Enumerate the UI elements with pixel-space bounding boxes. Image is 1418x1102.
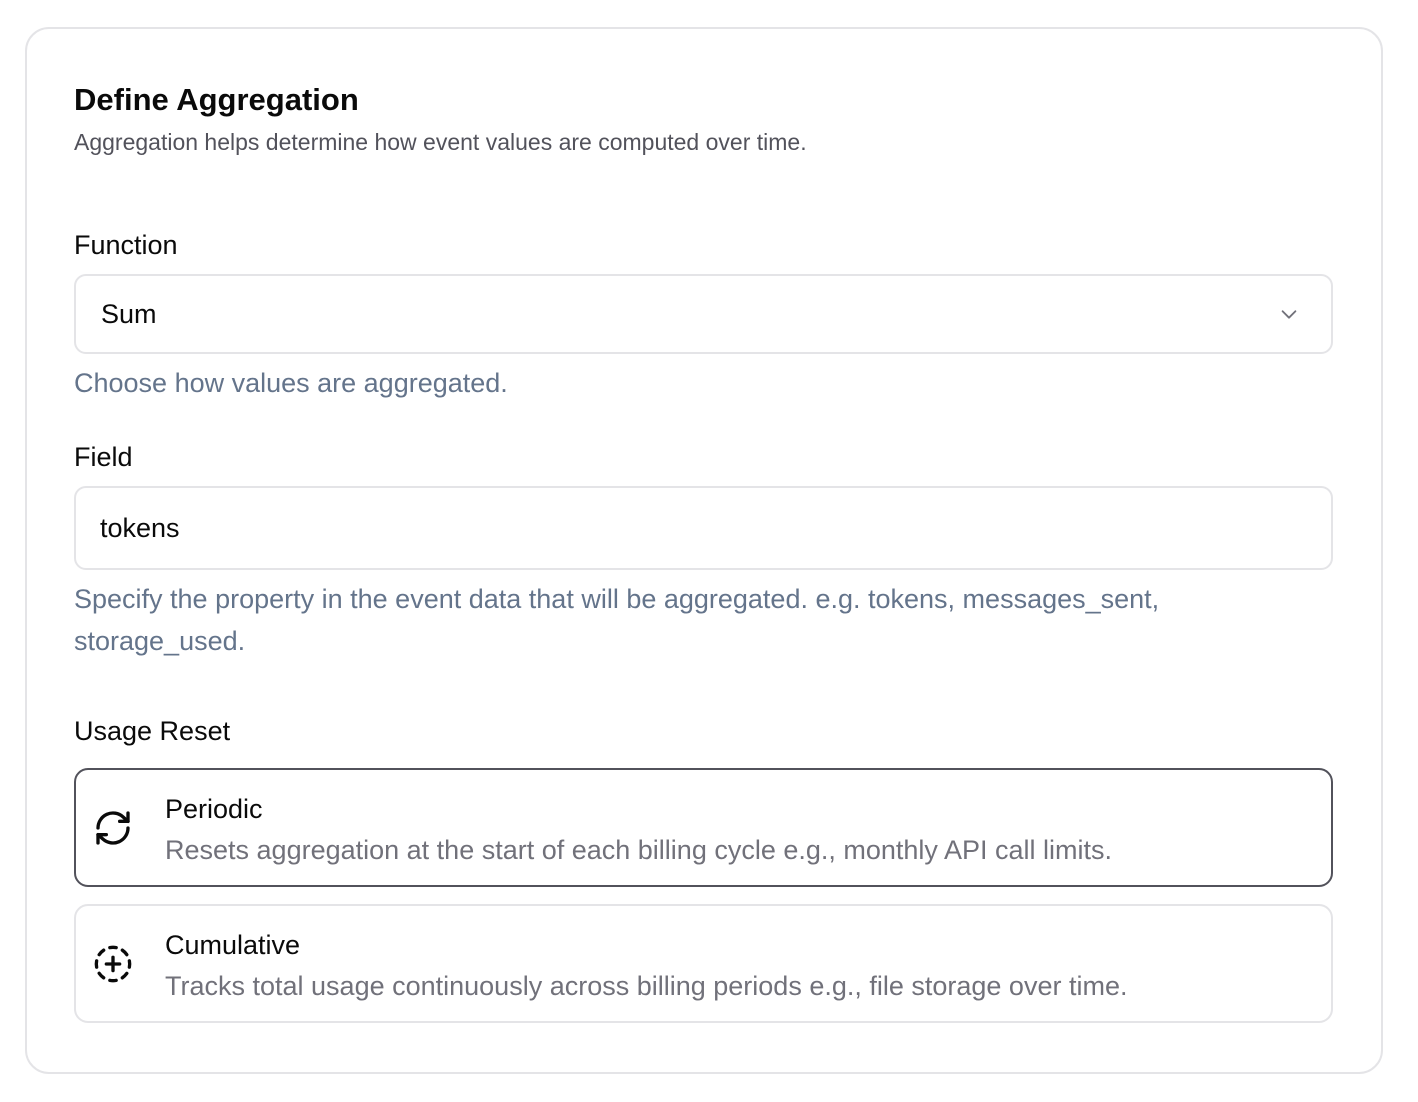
- section-title: Define Aggregation: [74, 82, 359, 117]
- field-input[interactable]: [74, 486, 1333, 570]
- function-hint: Choose how values are aggregated.: [74, 368, 508, 398]
- option-title: Cumulative: [165, 930, 301, 960]
- function-label: Function: [74, 230, 178, 260]
- usage-reset-option-periodic[interactable]: Periodic Resets aggregation at the start…: [74, 768, 1333, 887]
- chevron-down-icon: [1277, 302, 1301, 326]
- option-description: Resets aggregation at the start of each …: [165, 835, 1112, 865]
- field-label: Field: [74, 442, 133, 472]
- usage-reset-label: Usage Reset: [74, 716, 231, 746]
- function-select-value: Sum: [101, 298, 157, 329]
- option-description: Tracks total usage continuously across b…: [165, 971, 1128, 1001]
- usage-reset-option-cumulative[interactable]: Cumulative Tracks total usage continuous…: [74, 904, 1333, 1023]
- refresh-cw-icon: [93, 808, 133, 848]
- function-select[interactable]: Sum: [74, 274, 1333, 354]
- field-hint: Specify the property in the event data t…: [74, 584, 1160, 656]
- section-subtitle: Aggregation helps determine how event va…: [74, 129, 807, 155]
- option-title: Periodic: [165, 794, 263, 824]
- circle-dashed-plus-icon: [93, 944, 133, 984]
